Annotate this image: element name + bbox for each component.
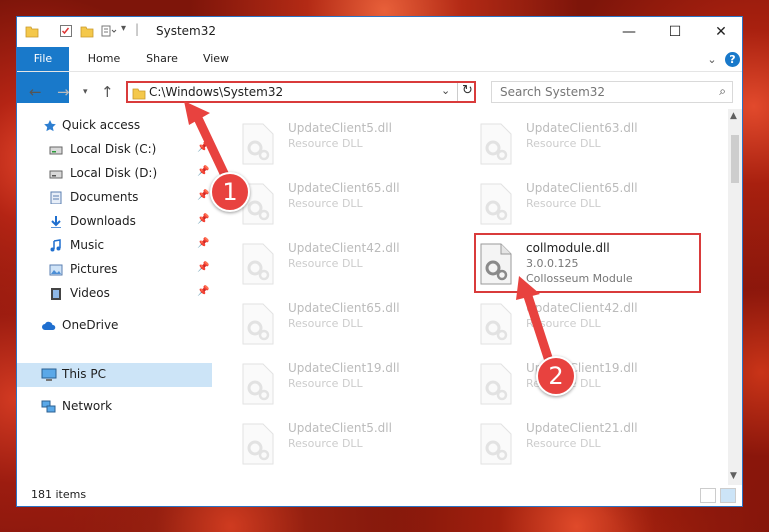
annotation-arrowhead-2	[516, 276, 540, 300]
annotation-badge-1: 1	[210, 172, 250, 212]
annotation-arrows	[184, 101, 557, 375]
annotation-badge-2: 2	[536, 356, 576, 396]
